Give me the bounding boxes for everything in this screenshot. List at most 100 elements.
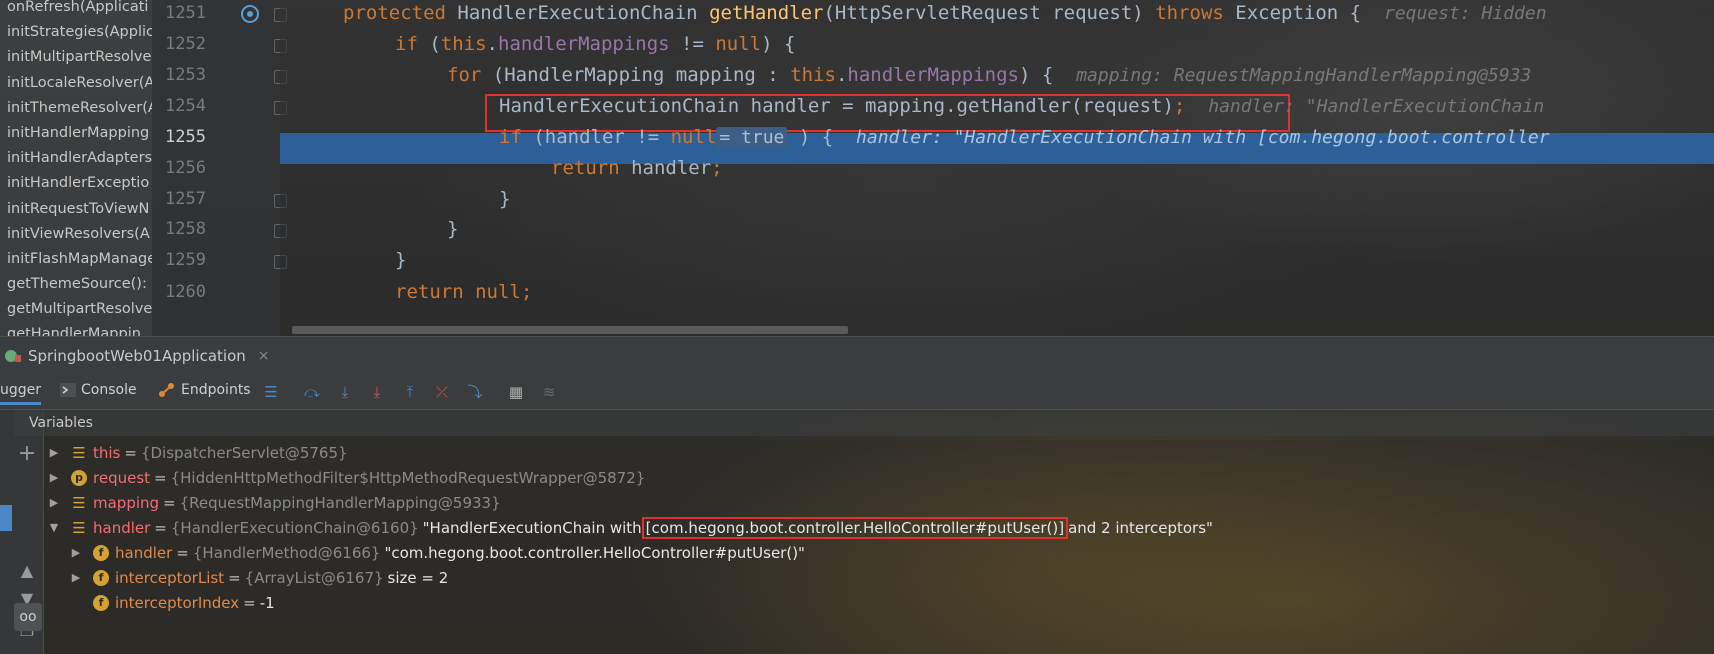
structure-item[interactable]: getThemeSource(): — [0, 272, 152, 297]
type: HandlerExecutionChain — [457, 2, 710, 24]
inline-debug-hint: request: Hidden — [1383, 3, 1547, 24]
variable-name: interceptorList — [115, 568, 225, 587]
expand-icon[interactable]: ▶ — [47, 446, 61, 459]
keyword: return — [395, 281, 476, 303]
code-line-1258[interactable]: } — [447, 218, 458, 240]
structure-item[interactable]: initHandlerAdapters — [0, 146, 152, 171]
structure-item[interactable]: initRequestToViewN — [0, 197, 152, 222]
keyword: protected — [343, 2, 458, 24]
line-number: 1251 — [165, 3, 206, 23]
keyword: throws — [1155, 2, 1236, 24]
code-text: Exception { — [1235, 2, 1384, 24]
code-line-1255[interactable]: if (handler != null = true ) { handler: "… — [499, 126, 1550, 148]
code-line-1260[interactable]: return null; — [395, 281, 532, 303]
object-icon: ☰ — [72, 518, 86, 537]
breakpoint-icon[interactable] — [241, 5, 259, 23]
line-number: 1254 — [165, 96, 206, 116]
keyword: null — [475, 281, 521, 303]
expand-icon[interactable]: ▶ — [47, 471, 61, 484]
structure-item[interactable]: initFlashMapManage — [0, 247, 152, 272]
frames-marker[interactable] — [0, 505, 12, 531]
glasses-icon[interactable]: oo — [14, 603, 42, 631]
variable-row[interactable]: f interceptorIndex = -1 — [69, 590, 275, 615]
structure-item[interactable]: initStrategies(Applic — [0, 20, 152, 45]
structure-item[interactable]: initMultipartResolve — [0, 45, 152, 70]
menu-icon[interactable]: ☰ — [262, 383, 280, 401]
variable-row-expanded[interactable]: ▼ ☰ handler = {HandlerExecutionChain@616… — [47, 515, 1213, 540]
code-line-1256[interactable]: return handler; — [551, 157, 723, 179]
variable-row[interactable]: ▶ ☰ this = {DispatcherServlet@5765} — [47, 440, 348, 465]
force-step-into-icon[interactable]: ⤓ — [368, 383, 386, 401]
tab-endpoints[interactable]: Endpoints — [158, 382, 251, 398]
variable-row[interactable]: ▶ p request = {HiddenHttpMethodFilter$Ht… — [47, 465, 646, 490]
method-name: getHandler — [709, 2, 824, 24]
structure-item[interactable]: initHandlerMapping — [0, 121, 152, 146]
expand-icon[interactable]: ▶ — [69, 546, 83, 559]
structure-panel: onRefresh(Applicati initStrategies(Appli… — [0, 0, 152, 336]
expand-icon[interactable]: ▶ — [69, 571, 83, 584]
variable-type: {RequestMappingHandlerMapping@5933} — [179, 493, 501, 512]
highlighted-value: [com.hegong.boot.controller.HelloControl… — [641, 516, 1069, 539]
line-number: 1253 — [165, 65, 206, 85]
code-line-1254[interactable]: HandlerExecutionChain handler = mapping.… — [499, 95, 1544, 117]
equals-sign: = — [163, 493, 176, 512]
tab-debugger[interactable]: ugger — [0, 382, 42, 405]
variable-name: handler — [115, 543, 173, 562]
variable-name: interceptorIndex — [115, 593, 240, 612]
variable-value: "HandlerExecutionChain with — [422, 518, 642, 537]
structure-item[interactable]: getHandlerMappin — [0, 322, 152, 336]
variable-row[interactable]: ▶ f handler = {HandlerMethod@6166} "com.… — [69, 540, 805, 565]
code-text: handler — [631, 157, 712, 179]
editor-gutter[interactable]: 1251 1252 1253 1254 1255 1256 1257 1258 … — [152, 0, 287, 336]
object-icon: ☰ — [72, 493, 86, 512]
variable-type: {HandlerExecutionChain@6160} — [170, 518, 419, 537]
variable-name: mapping — [93, 493, 160, 512]
horizontal-scrollbar[interactable] — [292, 326, 848, 334]
structure-item[interactable]: getMultipartResolve — [0, 297, 152, 322]
expand-icon[interactable]: ▶ — [47, 496, 61, 509]
run-to-cursor-icon[interactable]: ⤵ — [466, 383, 484, 401]
close-icon[interactable]: × — [258, 348, 270, 364]
step-into-icon[interactable]: ⤓ — [336, 383, 354, 401]
structure-item[interactable]: initHandlerExceptio — [0, 171, 152, 196]
code-text: (HandlerMapping mapping : — [492, 64, 791, 86]
inline-value-badge: = true — [716, 127, 788, 148]
variable-name: handler — [93, 518, 151, 537]
code-line-1253[interactable]: for (HandlerMapping mapping : this.handl… — [447, 64, 1531, 86]
field-icon: f — [93, 569, 109, 586]
evaluate-icon[interactable]: ▦ — [507, 383, 525, 401]
code-line-1252[interactable]: if (this.handlerMappings != null) { — [395, 33, 795, 55]
line-number: 1252 — [165, 34, 206, 54]
step-out-icon[interactable]: ⤒ — [401, 383, 419, 401]
drop-frame-icon[interactable]: ⤫ — [433, 383, 451, 401]
structure-item[interactable]: initViewResolvers(A — [0, 222, 152, 247]
code-text: . — [835, 64, 848, 86]
variable-type: {HandlerMethod@6166} — [192, 543, 381, 562]
variables-header: Variables — [14, 410, 1714, 436]
tab-label: ugger — [0, 382, 42, 398]
field-icon: f — [93, 594, 109, 611]
equals-sign: = — [176, 543, 189, 562]
structure-item[interactable]: initLocaleResolver(A — [0, 71, 152, 96]
variable-row[interactable]: ▶ f interceptorList = {ArrayList@6167} s… — [69, 565, 449, 590]
code-text: != — [669, 33, 716, 55]
code-line-1251[interactable]: protected HandlerExecutionChain getHandl… — [343, 2, 1547, 24]
run-tab-bar: SpringbootWeb01Application × — [0, 336, 1714, 374]
add-watch-icon[interactable]: + — [16, 443, 38, 465]
structure-item[interactable]: onRefresh(Applicati — [0, 0, 152, 20]
semicolon: ; — [520, 281, 533, 303]
up-icon[interactable]: ▲ — [16, 560, 38, 582]
step-over-icon[interactable]: ⤼ — [303, 383, 321, 401]
variable-row[interactable]: ▶ ☰ mapping = {RequestMappingHandlerMapp… — [47, 490, 501, 515]
spring-icon — [5, 350, 21, 362]
keyword: null — [715, 33, 762, 55]
trace-icon[interactable]: ≋ — [540, 383, 558, 401]
semicolon: ; — [711, 157, 723, 179]
keyword: this — [790, 64, 836, 86]
run-config-tab[interactable]: SpringbootWeb01Application × — [0, 343, 270, 369]
tab-console[interactable]: Console — [60, 382, 137, 398]
code-line-1257[interactable]: } — [499, 188, 510, 210]
structure-item[interactable]: initThemeResolver(A — [0, 96, 152, 121]
collapse-icon[interactable]: ▼ — [47, 521, 61, 534]
code-line-1259[interactable]: } — [395, 249, 406, 271]
